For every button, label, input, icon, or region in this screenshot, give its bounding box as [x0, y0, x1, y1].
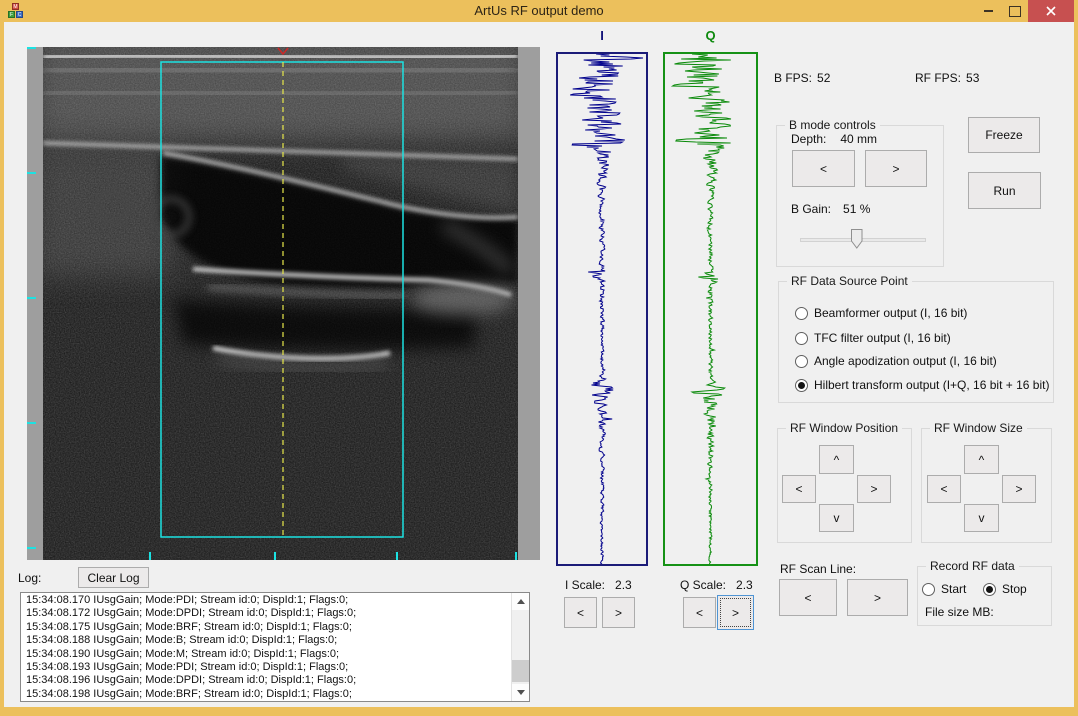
record-rf-data-legend: Record RF data: [926, 559, 1019, 573]
radio-icon: [795, 379, 808, 392]
rf-window-size-right-button[interactable]: >: [1002, 475, 1036, 503]
i-waveform: [558, 54, 646, 564]
bmode-controls-legend: B mode controls: [785, 118, 880, 132]
scrollbar-thumb[interactable]: [512, 660, 529, 682]
log-line: 15:34:08.172 IUsgGain; Mode:DPDI; Stream…: [21, 607, 512, 620]
rf-fps: RF FPS:53: [915, 71, 979, 85]
client-area: I Q I Scale:2.3 < > Q Scale:2.3 < > Log:…: [4, 22, 1074, 707]
radio-icon: [983, 583, 996, 596]
log-line: 15:34:08.188 IUsgGain; Mode:B; Stream id…: [21, 634, 512, 647]
rf-scan-line-prev-button[interactable]: <: [779, 579, 837, 616]
depth-tick: [27, 47, 36, 49]
scroll-up-button[interactable]: [512, 593, 529, 610]
q-scale-increase-button[interactable]: >: [717, 595, 754, 630]
maximize-button[interactable]: [1003, 0, 1027, 22]
i-scale-increase-button[interactable]: >: [602, 597, 635, 628]
bgain-slider-thumb[interactable]: [851, 229, 863, 249]
log-line: 15:34:08.190 IUsgGain; Mode:M; Stream id…: [21, 648, 512, 661]
minimize-button[interactable]: [976, 0, 1000, 22]
bgain-slider[interactable]: [798, 228, 928, 252]
depth-increase-button[interactable]: >: [865, 150, 927, 187]
rf-source-legend: RF Data Source Point: [787, 274, 912, 288]
log-output[interactable]: 15:34:08.170 IUsgGain; Mode:PDI; Stream …: [20, 592, 530, 702]
radio-icon: [795, 332, 808, 345]
radio-icon: [922, 583, 935, 596]
scroll-down-icon: [517, 690, 525, 695]
b-fps: B FPS:52: [774, 71, 830, 85]
depth-tick: [27, 547, 36, 549]
rf-window-position-down-button[interactable]: v: [819, 504, 854, 532]
rf-scan-line-next-button[interactable]: >: [847, 579, 908, 616]
q-scale-value: 2.3: [736, 578, 753, 592]
i-scale-decrease-button[interactable]: <: [564, 597, 597, 628]
depth-value: 40 mm: [840, 132, 877, 146]
rf-window-position-right-button[interactable]: >: [857, 475, 891, 503]
i-scale-label: I Scale:2.3: [565, 578, 632, 592]
rf-window-position-legend: RF Window Position: [786, 421, 902, 435]
bmode-display: [27, 47, 540, 560]
run-button[interactable]: Run: [968, 172, 1041, 209]
ultrasound-image: [43, 47, 518, 560]
q-plot-title: Q: [663, 28, 758, 43]
clear-log-button[interactable]: Clear Log: [78, 567, 149, 588]
rf-window-position-left-button[interactable]: <: [782, 475, 816, 503]
q-scale-label: Q Scale:2.3: [680, 578, 753, 592]
rf-window-size-up-button[interactable]: ^: [964, 445, 999, 474]
depth-decrease-button[interactable]: <: [792, 150, 855, 187]
title-bar: M F C ArtUs RF output demo: [0, 0, 1078, 22]
rf-scan-line-label: RF Scan Line:: [780, 562, 856, 576]
maximize-icon: [1009, 6, 1021, 17]
rf-fps-value: 53: [966, 71, 979, 85]
ruler-right: [518, 47, 540, 560]
rf-window-size-legend: RF Window Size: [930, 421, 1027, 435]
depth-ruler-left: [27, 47, 43, 560]
q-waveform: [665, 54, 756, 564]
minimize-icon: [984, 10, 993, 12]
freeze-button[interactable]: Freeze: [968, 117, 1040, 153]
bgain-label: B Gain:51 %: [791, 202, 870, 216]
radio-tfc-filter-output[interactable]: TFC filter output (I, 16 bit): [795, 331, 951, 345]
file-size-label: File size MB:: [925, 605, 1000, 619]
bgain-slider-track: [800, 238, 926, 242]
radio-icon: [795, 355, 808, 368]
log-scrollbar[interactable]: [511, 593, 529, 701]
close-icon: [1046, 6, 1056, 16]
radio-angle-apodization-output[interactable]: Angle apodization output (I, 16 bit): [795, 354, 997, 368]
bgain-value: 51 %: [843, 202, 870, 216]
log-line: 15:34:08.196 IUsgGain; Mode:DPDI; Stream…: [21, 674, 512, 687]
radio-hilbert-transform-output[interactable]: Hilbert transform output (I+Q, 16 bit + …: [795, 378, 1049, 392]
log-line: 15:34:08.170 IUsgGain; Mode:PDI; Stream …: [21, 594, 512, 607]
radio-record-start[interactable]: Start: [922, 582, 966, 596]
i-scale-value: 2.3: [615, 578, 632, 592]
log-line: 15:34:08.198 IUsgGain; Mode:BRF; Stream …: [21, 688, 512, 701]
rf-window-size-left-button[interactable]: <: [927, 475, 961, 503]
rf-window-position-up-button[interactable]: ^: [819, 445, 854, 474]
window-frame: M F C ArtUs RF output demo: [0, 0, 1078, 716]
window-title: ArtUs RF output demo: [0, 3, 1078, 18]
close-button[interactable]: [1028, 0, 1074, 22]
q-plot: [663, 52, 758, 566]
radio-beamformer-output[interactable]: Beamformer output (I, 16 bit): [795, 306, 967, 320]
radio-record-stop[interactable]: Stop: [983, 582, 1027, 596]
log-line: 15:34:08.193 IUsgGain; Mode:PDI; Stream …: [21, 661, 512, 674]
scroll-up-icon: [517, 599, 525, 604]
b-fps-value: 52: [817, 71, 830, 85]
depth-tick: [27, 422, 36, 424]
scroll-down-button[interactable]: [512, 684, 529, 701]
depth-tick: [27, 172, 36, 174]
rf-window-size-down-button[interactable]: v: [964, 504, 999, 532]
log-label: Log:: [18, 571, 41, 585]
i-plot: [556, 52, 648, 566]
radio-icon: [795, 307, 808, 320]
depth-tick: [27, 297, 36, 299]
q-scale-decrease-button[interactable]: <: [683, 597, 716, 628]
depth-label: Depth:40 mm: [791, 132, 877, 146]
i-plot-title: I: [556, 28, 648, 43]
log-line: 15:34:08.175 IUsgGain; Mode:BRF; Stream …: [21, 621, 512, 634]
